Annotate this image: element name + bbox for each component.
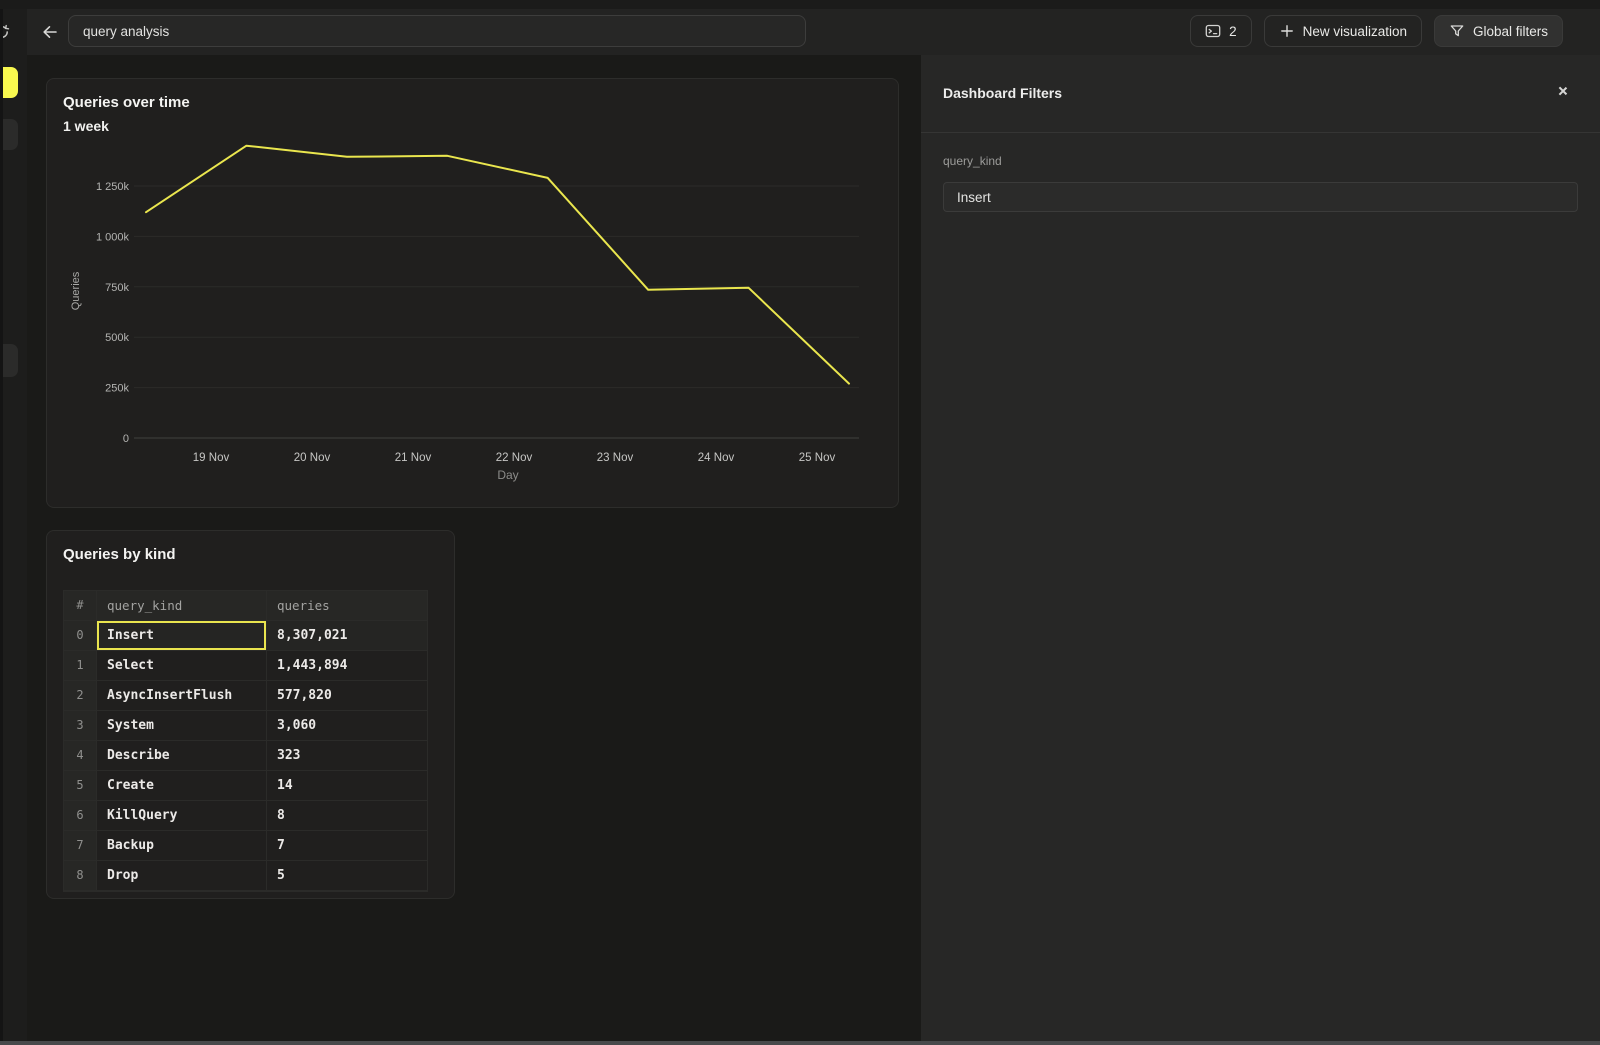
column-header-index[interactable]: # [64, 591, 97, 621]
sidebar-item-active[interactable] [0, 67, 18, 98]
column-header-query_kind[interactable]: query_kind [97, 591, 267, 621]
column-header-queries[interactable]: queries [267, 591, 427, 621]
refresh-icon[interactable] [0, 24, 12, 42]
cell-queries[interactable]: 5 [267, 861, 427, 891]
row-index: 2 [64, 681, 97, 711]
row-index: 3 [64, 711, 97, 741]
filters-panel-title: Dashboard Filters [943, 85, 1062, 101]
cell-queries[interactable]: 14 [267, 771, 427, 801]
cell-query-kind[interactable]: Drop [97, 861, 267, 891]
cell-query-kind[interactable]: AsyncInsertFlush [97, 681, 267, 711]
row-index: 4 [64, 741, 97, 771]
x-tick-label: 19 Nov [193, 452, 230, 464]
sidebar [0, 9, 27, 1041]
query-kind-filter-value: Insert [944, 190, 991, 205]
plus-icon [1279, 23, 1295, 39]
y-tick-label: 0 [123, 433, 129, 445]
cell-queries[interactable]: 7 [267, 831, 427, 861]
queries-over-time-line-chart[interactable]: 0 250k 500k 750k 1 000k 1 250k Queries 19 Nov 20… [47, 79, 900, 509]
close-icon[interactable] [1556, 84, 1570, 98]
row-index: 6 [64, 801, 97, 831]
console-count-button[interactable]: 2 [1190, 15, 1252, 47]
x-tick-label: 24 Nov [698, 452, 735, 464]
y-tick-label: 750k [105, 282, 129, 294]
cell-query-kind[interactable]: Create [97, 771, 267, 801]
terminal-window-icon [1205, 23, 1221, 39]
window-top-edge [0, 0, 1600, 9]
x-tick-label: 23 Nov [597, 452, 634, 464]
dashboard-filters-panel: Dashboard Filters query_kind Insert [921, 55, 1600, 1041]
panel-divider [921, 132, 1600, 133]
dashboard-title-input[interactable]: query analysis [68, 15, 806, 47]
table-card-queries-by-kind: Queries by kind #query_kindqueries 0Inser… [46, 530, 455, 899]
filter-funnel-icon [1449, 23, 1465, 39]
y-tick-label: 250k [105, 383, 129, 395]
global-filters-button[interactable]: Global filters [1434, 15, 1563, 47]
topbar: query analysis 2 New visualization [27, 9, 1600, 55]
sidebar-item[interactable] [0, 344, 18, 377]
cell-queries[interactable]: 8 [267, 801, 427, 831]
cell-queries[interactable]: 8,307,021 [267, 621, 427, 651]
x-axis-title: Day [497, 468, 518, 482]
x-tick-label: 20 Nov [294, 452, 331, 464]
dashboard-canvas: Queries over time 1 week 0250k500k750k1 … [27, 55, 921, 1041]
sidebar-item[interactable] [0, 119, 18, 150]
new-visualization-label: New visualization [1303, 24, 1407, 39]
new-visualization-button[interactable]: New visualization [1264, 15, 1422, 47]
global-filters-label: Global filters [1473, 24, 1548, 39]
y-tick-label: 1 250k [96, 181, 130, 193]
console-count: 2 [1229, 24, 1237, 39]
y-axis-title: Queries [70, 271, 82, 310]
cell-query-kind[interactable]: Backup [97, 831, 267, 861]
queries-series-line [146, 146, 849, 384]
row-index: 5 [64, 771, 97, 801]
queries-by-kind-table: #query_kindqueries 0Insert8,307,021 1Selec… [63, 590, 428, 892]
row-index: 7 [64, 831, 97, 861]
row-index: 0 [64, 621, 97, 651]
cell-queries[interactable]: 323 [267, 741, 427, 771]
topbar-actions: 2 New visualization Global filters [1190, 15, 1563, 47]
y-tick-label: 1 000k [96, 231, 130, 243]
cell-query-kind[interactable]: System [97, 711, 267, 741]
query-kind-filter-input[interactable]: Insert [943, 182, 1578, 212]
row-index: 1 [64, 651, 97, 681]
dashboard-title-text: query analysis [69, 24, 169, 39]
window-bottom-edge [0, 1041, 1600, 1045]
cell-query-kind[interactable]: Insert [97, 621, 267, 651]
cell-queries[interactable]: 1,443,894 [267, 651, 427, 681]
x-tick-label: 22 Nov [496, 452, 533, 464]
row-index: 8 [64, 861, 97, 891]
chart-card-queries-over-time: Queries over time 1 week 0250k500k750k1 … [46, 78, 899, 508]
cell-query-kind[interactable]: Describe [97, 741, 267, 771]
y-tick-label: 500k [105, 332, 129, 344]
x-tick-label: 21 Nov [395, 452, 432, 464]
x-tick-label: 25 Nov [799, 452, 836, 464]
cell-query-kind[interactable]: Select [97, 651, 267, 681]
back-button[interactable] [40, 22, 60, 42]
cell-query-kind[interactable]: KillQuery [97, 801, 267, 831]
app-window: query analysis 2 New visualization [0, 0, 1600, 1045]
table-title: Queries by kind [63, 546, 176, 563]
cell-queries[interactable]: 3,060 [267, 711, 427, 741]
cell-queries[interactable]: 577,820 [267, 681, 427, 711]
filter-field-label: query_kind [943, 154, 1002, 168]
